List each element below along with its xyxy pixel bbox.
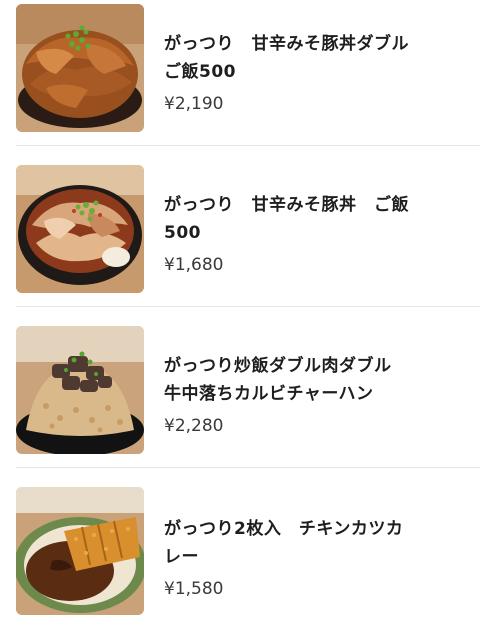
menu-item-name: がっつり炒飯ダブル肉ダブル 牛中落ちカルビチャーハン bbox=[164, 352, 464, 408]
menu-item-name: がっつり2枚入 チキンカツカ レー bbox=[164, 515, 464, 571]
menu-item-name-line-2: 牛中落ちカルビチャーハン bbox=[164, 384, 374, 404]
menu-item[interactable]: がっつり2枚入 チキンカツカ レー ¥1,580 bbox=[0, 487, 480, 617]
menu-item[interactable]: がっつり 甘辛みそ豚丼 ご飯 500 ¥1,680 bbox=[0, 165, 480, 295]
menu-item[interactable]: がっつり炒飯ダブル肉ダブル 牛中落ちカルビチャーハン ¥2,280 bbox=[0, 326, 480, 456]
menu-item-name-line-2: レー bbox=[164, 547, 199, 567]
chicken-katsu-curry-photo bbox=[16, 487, 144, 615]
menu-item-name-line-2: ご飯500 bbox=[164, 62, 236, 82]
menu-item-name-line-1: がっつり 甘辛みそ豚丼ダブル bbox=[164, 34, 409, 54]
menu-item-price: ¥2,280 bbox=[164, 416, 224, 436]
menu-item-price: ¥1,680 bbox=[164, 255, 224, 275]
divider bbox=[16, 145, 480, 146]
menu-item-name: がっつり 甘辛みそ豚丼ダブル ご飯500 bbox=[164, 30, 464, 86]
menu-item-name-line-2: 500 bbox=[164, 223, 201, 243]
divider bbox=[16, 467, 480, 468]
menu-item-price: ¥2,190 bbox=[164, 94, 224, 114]
menu-item-price: ¥1,580 bbox=[164, 579, 224, 599]
menu-item-name-line-1: がっつり2枚入 チキンカツカ bbox=[164, 519, 404, 539]
pork-bowl-double-photo bbox=[16, 4, 144, 132]
divider bbox=[16, 306, 480, 307]
menu-item[interactable]: がっつり 甘辛みそ豚丼ダブル ご飯500 ¥2,190 bbox=[0, 4, 480, 134]
fried-rice-photo bbox=[16, 326, 144, 454]
menu-item-name-line-1: がっつり 甘辛みそ豚丼 ご飯 bbox=[164, 195, 409, 215]
menu-item-name: がっつり 甘辛みそ豚丼 ご飯 500 bbox=[164, 191, 464, 247]
pork-bowl-photo bbox=[16, 165, 144, 293]
menu-item-name-line-1: がっつり炒飯ダブル肉ダブル bbox=[164, 356, 392, 376]
menu-list: がっつり 甘辛みそ豚丼ダブル ご飯500 ¥2,190 がっつり 甘辛みそ豚丼 … bbox=[0, 0, 480, 622]
